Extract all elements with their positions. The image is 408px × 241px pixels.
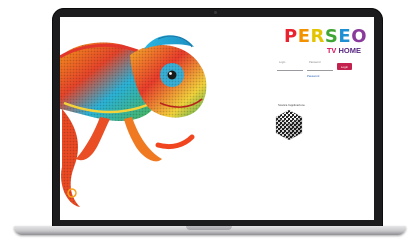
qr-cube-icon[interactable] — [274, 108, 304, 142]
login-button[interactable]: Login — [337, 63, 352, 70]
logo-letter: E — [297, 26, 311, 47]
password-label: Password — [309, 61, 321, 64]
webcam-icon — [214, 11, 217, 14]
forgot-password-link[interactable]: Password — [307, 74, 319, 78]
password-field[interactable]: Password — [307, 61, 333, 71]
logo-letter: R — [310, 26, 325, 47]
username-field[interactable]: Login — [277, 61, 303, 71]
perseo-logo: PERSEO TV HOME — [277, 27, 367, 56]
logo-subtitle: TV HOME — [277, 46, 361, 55]
logo-sub-home: HOME — [338, 46, 362, 55]
logo-wordmark: PERSEO — [284, 27, 367, 47]
chameleon-illustration — [60, 35, 207, 207]
laptop-notch — [186, 226, 232, 230]
qr-caption: Scarica l'applicazione — [278, 103, 305, 107]
logo-letter: E — [338, 26, 352, 47]
username-label: Login — [279, 61, 286, 64]
logo-sub-tv: TV — [326, 46, 337, 55]
laptop-screen: PERSEO TV HOME Login Password Login Pass… — [60, 17, 374, 220]
logo-letter: O — [351, 26, 367, 47]
logo-letter: P — [284, 26, 298, 47]
logo-letter: S — [324, 26, 339, 47]
